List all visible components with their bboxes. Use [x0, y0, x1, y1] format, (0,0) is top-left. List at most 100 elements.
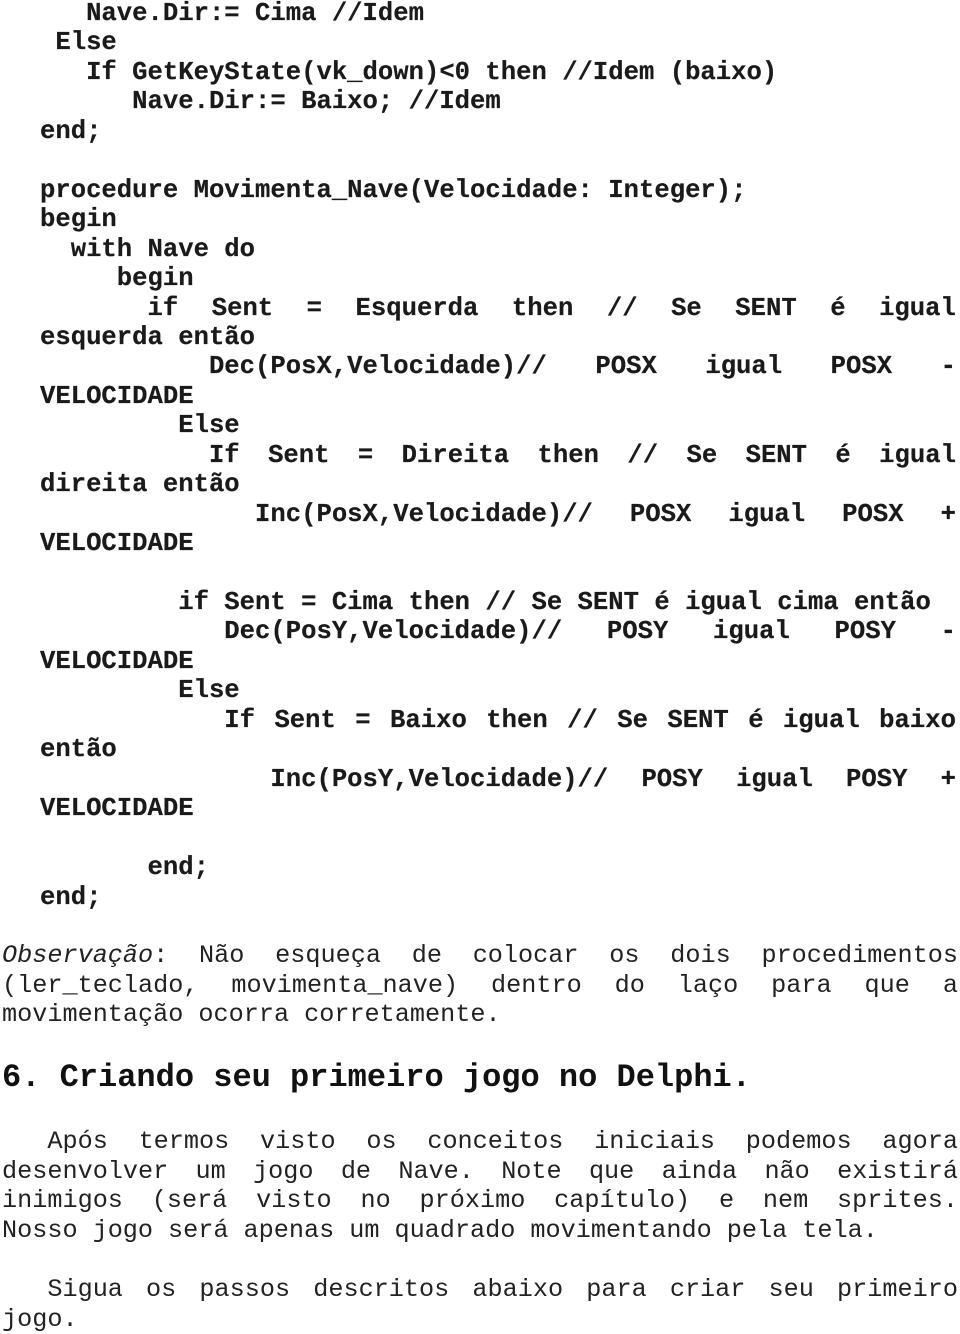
word: no [360, 1186, 391, 1215]
code-token: - [940, 617, 957, 647]
intro-paragraph: Após termos visto os conceitos iniciais podemo… [2, 1127, 958, 1245]
code-token: Sent [211, 293, 274, 323]
code-token: = [306, 293, 323, 323]
code-token: POSX [629, 499, 692, 529]
word: Não [199, 941, 245, 970]
code-line: Dec(PosY,Velocidade)// POSY igual POSY - [40, 617, 956, 647]
code-line: end; [40, 116, 102, 146]
code-token: + [940, 764, 957, 794]
code-token: igual [782, 705, 860, 735]
code-token: Direita [401, 440, 510, 470]
word: Sigua [2, 1275, 123, 1304]
word: termos [138, 1127, 230, 1156]
word: não [764, 1156, 810, 1186]
word: movimentando [530, 1215, 712, 1245]
code-line: Dec(PosX,Velocidade)// POSX igual POSX - [40, 352, 956, 382]
word: jogo [253, 1156, 314, 1186]
code-line: Nave.Dir:= Baixo; //Idem [40, 87, 501, 117]
word: inimigos [2, 1186, 123, 1215]
word: seu [768, 1275, 814, 1304]
code-token: then [511, 293, 574, 323]
code-token: If [40, 440, 240, 470]
code-token: Inc(PosX,Velocidade)// [40, 499, 593, 529]
code-token: POSY [641, 764, 703, 794]
code-line: if Sent = Esquerda then // Se SENT é igual [40, 293, 956, 324]
word: os [146, 1275, 177, 1304]
code-line: If Sent = Direita then // Se SENT é igual [40, 441, 956, 471]
word: visto [256, 1186, 332, 1215]
code-token: // [567, 705, 598, 735]
word: e [718, 1186, 735, 1215]
word: será [168, 1215, 229, 1245]
code-token: igual [736, 764, 813, 794]
word: dois [670, 941, 731, 970]
word: descritos [313, 1275, 450, 1304]
word: de [411, 941, 442, 970]
text-line: (ler_teclado, movimenta_nave) dentro do laço… [2, 971, 958, 1001]
text-line: Nosso jogo será apenas um quadrado movimentand… [2, 1216, 958, 1246]
word: abaixo [472, 1275, 564, 1304]
word: criar [669, 1275, 746, 1304]
code-token: é [748, 705, 764, 735]
word: primeiro [837, 1275, 958, 1304]
code-token: POSY [846, 764, 908, 794]
code-line: VELOCIDADE [40, 381, 194, 411]
text-line: jogo. [2, 1305, 958, 1334]
code-token: POSY [606, 617, 669, 647]
word: iniciais [594, 1127, 716, 1156]
code-line: If Sent = Baixo then // Se SENT é igual baixo [40, 706, 956, 736]
word: (será [151, 1186, 228, 1215]
code-token: // [606, 293, 638, 323]
word: ocorra [198, 1000, 290, 1029]
code-token: SENT [735, 293, 797, 323]
code-line: direita então [40, 470, 240, 500]
word: Nosso [2, 1215, 78, 1245]
section-heading: 6. Criando seu primeiro jogo no Delphi. [2, 1059, 751, 1096]
code-token: - [940, 352, 957, 382]
word: sprites. [837, 1186, 958, 1215]
code-token: = [357, 440, 374, 470]
code-token: = [355, 705, 371, 735]
code-token: POSX [842, 499, 904, 529]
code-line: Inc(PosX,Velocidade)// POSX igual POSX + [40, 500, 956, 530]
code-token: Dec(PosY,Velocidade)// [40, 617, 563, 647]
code-line: Else [40, 411, 240, 441]
word: (ler_teclado, [2, 970, 199, 1000]
code-line: begin [40, 264, 194, 294]
code-token: baixo [879, 705, 956, 735]
word: tela. [802, 1215, 878, 1245]
code-token: igual [879, 440, 956, 470]
word: do [614, 970, 645, 1000]
word: movimentação [2, 1000, 184, 1029]
code-line: VELOCIDADE [40, 529, 194, 559]
word: Observação: [2, 941, 169, 970]
code-token: Esquerda [355, 293, 479, 323]
code-token: é [835, 440, 851, 470]
word: jogo. [2, 1304, 78, 1334]
word: dentro [491, 970, 582, 1000]
code-token: Se [686, 440, 718, 470]
word: um [195, 1156, 226, 1186]
code-line: with Nave do [40, 234, 256, 264]
code-line: if Sent = Cima then // Se SENT é igual c… [40, 588, 931, 617]
word: a [942, 970, 958, 1000]
word: próximo [419, 1186, 526, 1215]
code-token: Dec(PosX,Velocidade)// [40, 352, 547, 382]
text-line: movimentação ocorra corretamente. [2, 1000, 958, 1030]
code-line: end; [40, 853, 209, 883]
word: nem [762, 1186, 809, 1215]
code-token: + [940, 499, 956, 529]
code-token: then [537, 440, 599, 470]
word: apenas [243, 1215, 335, 1245]
code-line: esquerda então [40, 322, 256, 352]
code-token: SENT [745, 440, 808, 470]
code-token: POSX [830, 352, 893, 382]
word: jogo [92, 1215, 154, 1245]
word: Nave. [398, 1156, 474, 1186]
text-line: inimigos (será visto no próximo capítulo) e nem… [2, 1186, 958, 1216]
word: existirá [837, 1156, 958, 1186]
code-line: VELOCIDADE [40, 646, 194, 676]
code-token: // [627, 440, 659, 470]
code-line: VELOCIDADE [40, 794, 194, 824]
code-token: POSX [595, 352, 657, 382]
